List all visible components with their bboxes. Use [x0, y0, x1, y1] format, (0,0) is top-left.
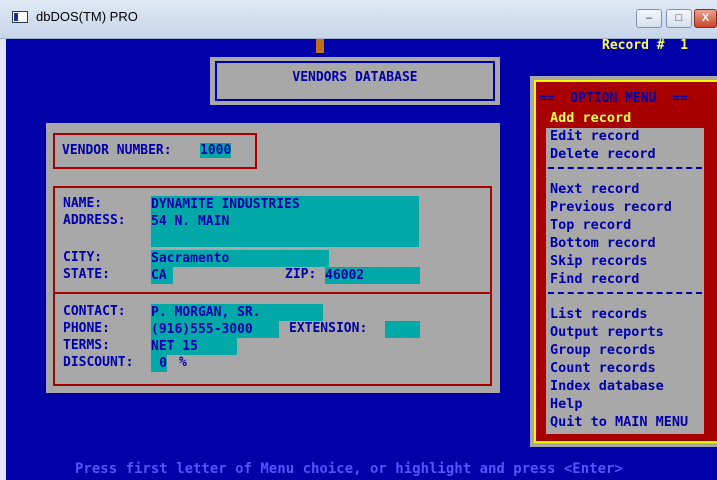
address-field[interactable]: 54 N. MAIN: [151, 213, 419, 230]
menu-item-top-record[interactable]: Top record: [550, 217, 631, 233]
window-border-left: [0, 39, 6, 480]
address-label: ADDRESS:: [63, 213, 126, 228]
footer-hint: Press first letter of Menu choice, or hi…: [75, 461, 623, 477]
menu-item-bottom-record[interactable]: Bottom record: [550, 235, 656, 251]
name-field[interactable]: DYNAMITE INDUSTRIES: [151, 196, 419, 213]
menu-item-previous-record[interactable]: Previous record: [550, 199, 672, 215]
phone-label: PHONE:: [63, 321, 110, 336]
menu-item-next-record[interactable]: Next record: [550, 181, 639, 197]
terms-field[interactable]: NET 15: [151, 338, 237, 355]
menu-item-add-record[interactable]: Add record: [550, 110, 631, 126]
vendor-form-panel: VENDOR NUMBER: 1000 NAME: DYNAMITE INDUS…: [46, 123, 500, 393]
zip-label: ZIP:: [285, 267, 317, 282]
option-menu: == OPTION MENU == Add record Edit record…: [530, 76, 717, 447]
menu-item-edit-record[interactable]: Edit record: [550, 128, 639, 144]
menu-item-quit-to-main-menu[interactable]: Quit to MAIN MENU: [550, 414, 688, 430]
top-marker: [316, 39, 324, 53]
vendor-number-label: VENDOR NUMBER:: [62, 143, 172, 158]
option-menu-title: == OPTION MENU ==: [539, 91, 688, 106]
menu-item-output-reports[interactable]: Output reports: [550, 324, 664, 340]
window-titlebar[interactable]: dbDOS(TM) PRO – □ X: [0, 0, 717, 39]
discount-field[interactable]: 0: [151, 355, 167, 372]
menu-item-group-records[interactable]: Group records: [550, 342, 656, 358]
record-number-indicator: Record # 1: [602, 39, 689, 53]
vendor-number-box: VENDOR NUMBER: 1000: [53, 133, 257, 169]
minimize-button[interactable]: –: [636, 9, 662, 28]
extension-label: EXTENSION:: [289, 321, 368, 336]
vendor-record-box: NAME: DYNAMITE INDUSTRIES ADDRESS: 54 N.…: [53, 186, 492, 386]
window-title: dbDOS(TM) PRO: [36, 9, 138, 24]
menu-item-help[interactable]: Help: [550, 396, 583, 412]
option-menu-frame: == OPTION MENU == Add record Edit record…: [534, 80, 717, 443]
city-label: CITY:: [63, 250, 103, 265]
city-field[interactable]: Sacramento: [151, 250, 329, 267]
terms-label: TERMS:: [63, 338, 110, 353]
discount-unit: %: [179, 355, 187, 370]
database-title-box: VENDORS DATABASE: [210, 57, 500, 105]
discount-label: DISCOUNT:: [63, 355, 134, 370]
menu-item-find-record[interactable]: Find record: [550, 271, 639, 287]
menu-item-skip-records[interactable]: Skip records: [550, 253, 648, 269]
close-button[interactable]: X: [694, 9, 717, 28]
zip-field[interactable]: 46002: [325, 267, 420, 284]
menu-item-delete-record[interactable]: Delete record: [550, 146, 656, 162]
option-menu-list: Add record Edit record Delete record Nex…: [546, 110, 704, 434]
menu-separator: [548, 167, 702, 169]
address-line2-field[interactable]: [151, 230, 419, 247]
contact-field[interactable]: P. MORGAN, SR.: [151, 304, 323, 321]
vendor-number-field[interactable]: 1000: [200, 143, 232, 158]
maximize-button[interactable]: □: [666, 9, 692, 28]
name-label: NAME:: [63, 196, 103, 211]
menu-item-list-records[interactable]: List records: [550, 306, 648, 322]
menu-item-index-database[interactable]: Index database: [550, 378, 664, 394]
record-divider: [55, 292, 490, 294]
menu-item-count-records[interactable]: Count records: [550, 360, 656, 376]
dos-console[interactable]: Record # 1 VENDORS DATABASE VENDOR NUMBE…: [0, 39, 717, 480]
state-field[interactable]: CA: [151, 267, 173, 284]
menu-separator: [548, 292, 702, 294]
database-title: VENDORS DATABASE: [292, 70, 418, 85]
phone-field[interactable]: (916)555-3000: [151, 321, 279, 338]
app-window-icon[interactable]: [12, 11, 28, 23]
extension-field[interactable]: [385, 321, 420, 338]
state-label: STATE:: [63, 267, 110, 282]
contact-label: CONTACT:: [63, 304, 126, 319]
